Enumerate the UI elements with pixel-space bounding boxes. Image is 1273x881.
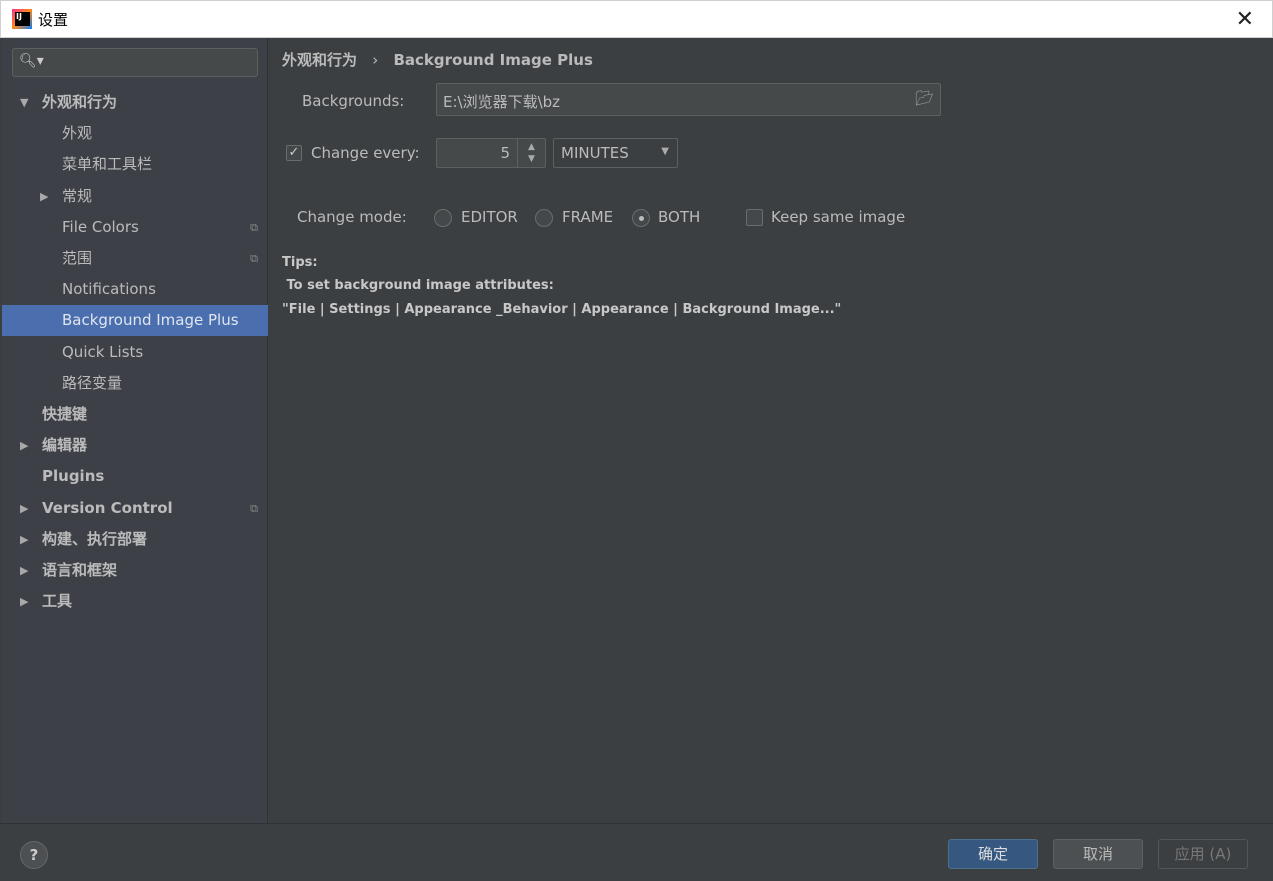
sidebar-item-label: File Colors bbox=[62, 217, 139, 236]
change-every-label: Change every: bbox=[311, 144, 420, 162]
sidebar-item[interactable]: ▶ 常规 bbox=[2, 181, 268, 212]
window-title: 设置 bbox=[38, 10, 69, 29]
breadcrumb: 外观和行为 › Background Image Plus bbox=[282, 49, 593, 70]
sidebar-item-label: 工具 bbox=[42, 592, 73, 611]
radio-editor[interactable] bbox=[434, 209, 452, 227]
sidebar-item[interactable]: 快捷键 bbox=[2, 399, 268, 430]
change-every-spinner[interactable]: 5 ▲ ▼ bbox=[436, 138, 546, 168]
sidebar-item-label: 编辑器 bbox=[42, 436, 88, 455]
search-input[interactable]: 🔍︎▾ bbox=[12, 48, 258, 77]
backgrounds-field[interactable]: E:\浏览器下载\bz 📂︎ bbox=[436, 83, 941, 116]
sidebar-item-label: 构建、执行部署 bbox=[42, 529, 148, 548]
main-panel: 外观和行为 › Background Image Plus Background… bbox=[269, 38, 1273, 823]
unit-value: MINUTES bbox=[561, 144, 629, 162]
expand-right-icon[interactable]: ▶ bbox=[20, 493, 28, 524]
ok-button[interactable]: 确定 bbox=[948, 839, 1038, 869]
search-icon: 🔍︎▾ bbox=[19, 53, 44, 69]
sidebar-item-label: 菜单和工具栏 bbox=[62, 155, 153, 174]
sidebar-item[interactable]: Plugins bbox=[2, 461, 268, 492]
expand-right-icon[interactable]: ▶ bbox=[20, 586, 28, 617]
apply-button[interactable]: 应用 (A) bbox=[1158, 839, 1248, 869]
sidebar-item-label: 外观和行为 bbox=[42, 93, 118, 111]
radio-both[interactable] bbox=[632, 209, 650, 227]
sidebar-item-label: Plugins bbox=[42, 467, 105, 486]
sidebar-item[interactable]: ▶ 编辑器 bbox=[2, 430, 268, 461]
sidebar-item-label: 快捷键 bbox=[42, 405, 88, 423]
sidebar-item[interactable]: 路径变量 bbox=[2, 368, 268, 399]
change-every-value: 5 bbox=[500, 144, 510, 162]
sidebar-item[interactable]: ▼ 外观和行为 bbox=[2, 87, 268, 118]
sidebar-item[interactable]: Quick Lists bbox=[2, 337, 268, 368]
project-scope-icon: ⧉ bbox=[250, 220, 258, 234]
expand-right-icon[interactable]: ▶ bbox=[20, 555, 28, 586]
radio-frame[interactable] bbox=[535, 209, 553, 227]
expand-right-icon[interactable]: ▶ bbox=[20, 524, 28, 555]
radio-frame-label: FRAME bbox=[562, 208, 614, 226]
sidebar-item-label: Quick Lists bbox=[62, 342, 144, 361]
sidebar-item[interactable]: ▶ 语言和框架 bbox=[2, 555, 268, 586]
expand-down-icon[interactable]: ▼ bbox=[20, 87, 28, 118]
cancel-button[interactable]: 取消 bbox=[1053, 839, 1143, 869]
title-bar: 设置 ✕ bbox=[0, 0, 1273, 38]
tips-line-2: "File | Settings | Appearance _Behavior … bbox=[282, 302, 842, 317]
change-mode-label: Change mode: bbox=[297, 208, 407, 226]
sidebar-item-label: 范围 bbox=[62, 249, 93, 267]
help-button[interactable]: ? bbox=[20, 841, 48, 869]
change-every-checkbox[interactable]: ✓ bbox=[286, 145, 302, 161]
sidebar-item[interactable]: ▶ 构建、执行部署 bbox=[2, 524, 268, 555]
sidebar-item[interactable]: 范围 ⧉ bbox=[2, 243, 268, 274]
backgrounds-label: Backgrounds: bbox=[302, 92, 405, 110]
sidebar-item[interactable]: Background Image Plus bbox=[2, 305, 268, 337]
project-scope-icon: ⧉ bbox=[250, 252, 258, 265]
breadcrumb-parent[interactable]: 外观和行为 bbox=[282, 51, 357, 69]
sidebar-item[interactable]: ▶ 工具 bbox=[2, 586, 268, 617]
sidebar-item[interactable]: 外观 bbox=[2, 118, 268, 149]
intellij-logo-icon bbox=[12, 9, 32, 29]
sidebar-item-label: 外观 bbox=[62, 124, 93, 143]
sidebar-item[interactable]: 菜单和工具栏 bbox=[2, 149, 268, 180]
breadcrumb-current: Background Image Plus bbox=[393, 51, 593, 69]
backgrounds-value: E:\浏览器下载\bz bbox=[443, 93, 561, 111]
sidebar-item-label: Notifications bbox=[62, 280, 156, 299]
close-icon[interactable]: ✕ bbox=[1236, 7, 1254, 32]
sidebar-item[interactable]: ▶ Version Control ⧉ bbox=[2, 493, 268, 524]
sidebar-item[interactable]: File Colors ⧉ bbox=[2, 212, 268, 243]
unit-dropdown[interactable]: MINUTES ▼ bbox=[553, 138, 678, 168]
sidebar-item-label: Version Control bbox=[42, 498, 173, 517]
sidebar: 🔍︎▾ ▼ 外观和行为外观菜单和工具栏 ▶ 常规 File Colors ⧉ 范围 ⧉ Noti… bbox=[2, 38, 268, 823]
sidebar-item[interactable]: Notifications bbox=[2, 274, 268, 305]
tips-title: Tips: bbox=[282, 255, 318, 270]
footer: ? 确定 取消 应用 (A) bbox=[0, 823, 1273, 881]
chevron-down-icon: ▼ bbox=[661, 146, 669, 157]
breadcrumb-separator: › bbox=[372, 51, 379, 69]
sidebar-item-label: 路径变量 bbox=[62, 373, 123, 392]
expand-right-icon[interactable]: ▶ bbox=[20, 430, 28, 461]
expand-right-icon[interactable]: ▶ bbox=[40, 181, 48, 212]
sidebar-item-label: Background Image Plus bbox=[62, 311, 239, 330]
radio-both-label: BOTH bbox=[658, 208, 701, 226]
keep-same-image-checkbox[interactable] bbox=[746, 209, 763, 226]
sidebar-item-label: 常规 bbox=[62, 186, 93, 205]
folder-icon[interactable]: 📂︎ bbox=[915, 89, 934, 107]
sidebar-item-label: 语言和框架 bbox=[42, 561, 118, 579]
radio-editor-label: EDITOR bbox=[461, 208, 518, 226]
tips-line-1: To set background image attributes: bbox=[282, 278, 554, 293]
keep-same-image-label: Keep same image bbox=[771, 208, 906, 226]
check-icon: ✓ bbox=[288, 145, 300, 160]
project-scope-icon: ⧉ bbox=[250, 501, 258, 515]
spinner-arrows-icon[interactable]: ▲ ▼ bbox=[517, 139, 545, 167]
